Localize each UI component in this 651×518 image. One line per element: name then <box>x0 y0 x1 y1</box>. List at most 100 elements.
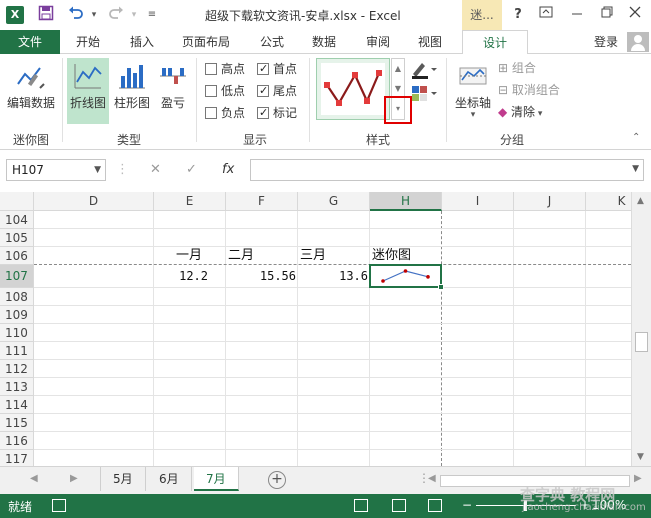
cell-e107[interactable]: 12.2 <box>154 267 208 285</box>
checkbox-box[interactable] <box>205 85 217 97</box>
column-header-g[interactable]: G <box>298 192 370 211</box>
cell-f107[interactable]: 15.56 <box>226 267 296 285</box>
checkbox-first-point[interactable]: 首点 <box>257 60 297 78</box>
tab-data[interactable]: 数据 <box>312 30 336 54</box>
tab-file[interactable]: 文件 <box>0 30 60 54</box>
cell-e106[interactable]: 一月 <box>176 247 202 265</box>
row-header-105[interactable]: 105 <box>0 229 34 247</box>
clear-button[interactable]: ◆ 清除 ▾ <box>498 102 542 122</box>
cell-g106[interactable]: 三月 <box>300 247 326 265</box>
chevron-down-icon[interactable]: ▼ <box>94 160 101 180</box>
sparkline-style-gallery[interactable] <box>316 58 390 120</box>
ribbon-display-icon[interactable] <box>535 5 557 25</box>
column-header-h[interactable]: H <box>370 192 442 211</box>
checkbox-box[interactable] <box>205 107 217 119</box>
checkbox-box[interactable] <box>257 104 269 122</box>
row-header-107[interactable]: 107 <box>0 265 34 288</box>
row-header-116[interactable]: 116 <box>0 432 34 450</box>
cell-f106[interactable]: 二月 <box>228 247 254 265</box>
cell-g107[interactable]: 13.6 <box>298 267 368 285</box>
checkbox-box[interactable] <box>205 63 217 75</box>
checkbox-box[interactable] <box>257 82 269 100</box>
add-sheet-icon[interactable]: + <box>268 471 286 489</box>
checkbox-markers[interactable]: 标记 <box>257 104 297 122</box>
select-all-corner[interactable] <box>0 192 34 211</box>
edit-data-button[interactable]: 编辑数据 <box>4 58 58 124</box>
customize-qat-icon[interactable]: ≡ <box>142 5 162 25</box>
tab-review[interactable]: 审阅 <box>366 30 390 54</box>
redo-icon[interactable] <box>106 5 126 25</box>
row-header-114[interactable]: 114 <box>0 396 34 414</box>
scroll-thumb[interactable] <box>635 332 648 352</box>
restore-icon[interactable] <box>596 5 618 25</box>
row-header-115[interactable]: 115 <box>0 414 34 432</box>
row-header-104[interactable]: 104 <box>0 211 34 229</box>
checkbox-box[interactable] <box>257 60 269 78</box>
winloss-sparkline-button[interactable]: 盈亏 <box>155 58 191 124</box>
sheet-tab-may[interactable]: 5月 <box>100 467 146 491</box>
row-header-110[interactable]: 110 <box>0 324 34 342</box>
cell-h106[interactable]: 迷你图 <box>372 247 411 265</box>
enter-icon[interactable]: ✓ <box>186 159 197 181</box>
tab-insert[interactable]: 插入 <box>130 30 154 54</box>
scroll-down-icon[interactable]: ▼ <box>637 452 644 462</box>
sparkline-color-button[interactable] <box>410 60 438 80</box>
worksheet-grid[interactable]: D E F G H I J K 104 105 106 107 108 109 … <box>0 192 631 466</box>
column-header-e[interactable]: E <box>154 192 226 211</box>
tab-home[interactable]: 开始 <box>76 30 100 54</box>
avatar[interactable] <box>627 32 649 52</box>
marker-color-button[interactable] <box>410 84 438 104</box>
sheet-tab-july[interactable]: 7月 <box>194 467 239 491</box>
undo-icon[interactable] <box>66 5 86 25</box>
ungroup-button[interactable]: ⊟ 取消组合 <box>498 80 560 100</box>
insert-function-icon[interactable]: fx <box>222 159 234 181</box>
axis-button[interactable]: 坐标轴 ▾ <box>452 58 494 124</box>
selected-cell-h107[interactable] <box>369 264 444 290</box>
save-icon[interactable] <box>36 5 56 25</box>
page-layout-view-icon[interactable] <box>392 499 406 512</box>
scroll-right-icon[interactable]: ▶ <box>634 473 642 484</box>
row-header-106[interactable]: 106 <box>0 247 34 265</box>
row-header-117[interactable]: 117 <box>0 450 34 466</box>
scroll-left-icon[interactable]: ◀ <box>428 473 436 484</box>
gallery-up-icon[interactable]: ▲ <box>392 59 404 79</box>
tab-design[interactable]: 设计 <box>462 30 528 55</box>
checkbox-last-point[interactable]: 尾点 <box>257 82 297 100</box>
page-break-view-icon[interactable] <box>428 499 442 512</box>
next-sheet-icon[interactable]: ▶ <box>70 473 78 484</box>
macro-record-icon[interactable] <box>52 499 66 512</box>
column-header-f[interactable]: F <box>226 192 298 211</box>
tab-page-layout[interactable]: 页面布局 <box>182 30 230 54</box>
checkbox-high-point[interactable]: 高点 <box>205 60 245 78</box>
sign-in-link[interactable]: 登录 <box>594 30 618 54</box>
row-header-108[interactable]: 108 <box>0 288 34 306</box>
prev-sheet-icon[interactable]: ◀ <box>30 473 38 484</box>
tab-view[interactable]: 视图 <box>418 30 442 54</box>
row-header-113[interactable]: 113 <box>0 378 34 396</box>
column-header-k[interactable]: K <box>586 192 631 211</box>
row-header-112[interactable]: 112 <box>0 360 34 378</box>
close-icon[interactable] <box>624 5 646 25</box>
redo-dropdown-icon[interactable]: ▾ <box>124 5 144 25</box>
vertical-scrollbar[interactable]: ▲ ▼ <box>631 192 651 466</box>
scroll-up-icon[interactable]: ▲ <box>637 196 644 206</box>
help-icon[interactable]: ? <box>507 5 529 25</box>
column-header-d[interactable]: D <box>34 192 154 211</box>
context-tab-sparkline-tools[interactable]: 迷... <box>462 0 502 30</box>
line-sparkline-button[interactable]: 折线图 <box>67 58 109 124</box>
minimize-icon[interactable] <box>566 5 588 25</box>
sheet-tab-june[interactable]: 6月 <box>147 467 192 491</box>
column-header-j[interactable]: J <box>514 192 586 211</box>
row-header-109[interactable]: 109 <box>0 306 34 324</box>
collapse-ribbon-icon[interactable]: ⌃ <box>632 132 640 143</box>
cancel-icon[interactable]: ✕ <box>150 159 161 181</box>
formula-input[interactable]: ▼ <box>250 159 644 181</box>
normal-view-icon[interactable] <box>354 499 368 512</box>
checkbox-negative-point[interactable]: 负点 <box>205 104 245 122</box>
row-header-111[interactable]: 111 <box>0 342 34 360</box>
zoom-out-icon[interactable]: − <box>462 498 472 512</box>
tab-formulas[interactable]: 公式 <box>260 30 284 54</box>
name-box[interactable]: H107 ▼ <box>6 159 106 181</box>
column-header-i[interactable]: I <box>442 192 514 211</box>
undo-dropdown-icon[interactable]: ▾ <box>84 5 104 25</box>
